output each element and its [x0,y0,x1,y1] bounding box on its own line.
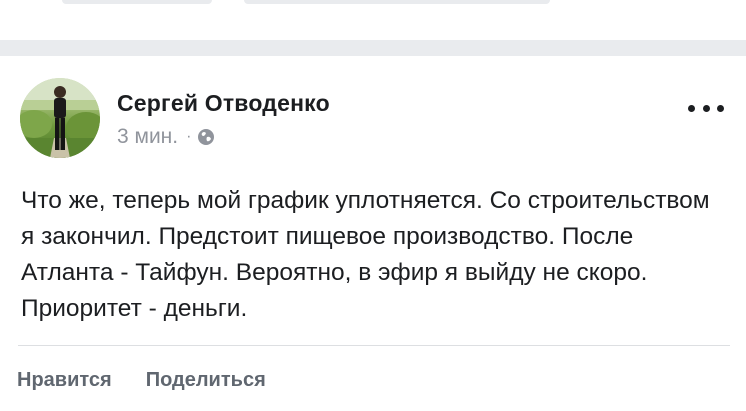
post-time[interactable]: 3 мин. [117,125,178,149]
author-name[interactable]: Сергей Отводенко [117,90,330,117]
avatar-photo [20,78,100,158]
dot [702,104,710,112]
post-text: Что же, теперь мой график уплотняется. С… [21,187,710,322]
dot [717,104,724,112]
share-button[interactable]: Поделиться [146,369,266,392]
previous-post-edge [62,0,212,4]
divider [18,345,730,346]
post-card: Сергей Отводенко 3 мин. · Что же, теперь… [0,56,746,411]
more-options-icon[interactable] [688,98,724,118]
post-actions: Нравится Поделиться [17,369,266,392]
previous-post-bottom [0,0,746,40]
avatar[interactable] [20,78,100,158]
previous-post-edge [244,0,550,4]
post-meta: 3 мин. · [117,125,215,149]
dot [688,104,695,112]
meta-separator: · [186,128,192,145]
globe-icon[interactable] [197,128,215,146]
like-button[interactable]: Нравится [17,369,112,392]
feed-separator [0,40,746,56]
